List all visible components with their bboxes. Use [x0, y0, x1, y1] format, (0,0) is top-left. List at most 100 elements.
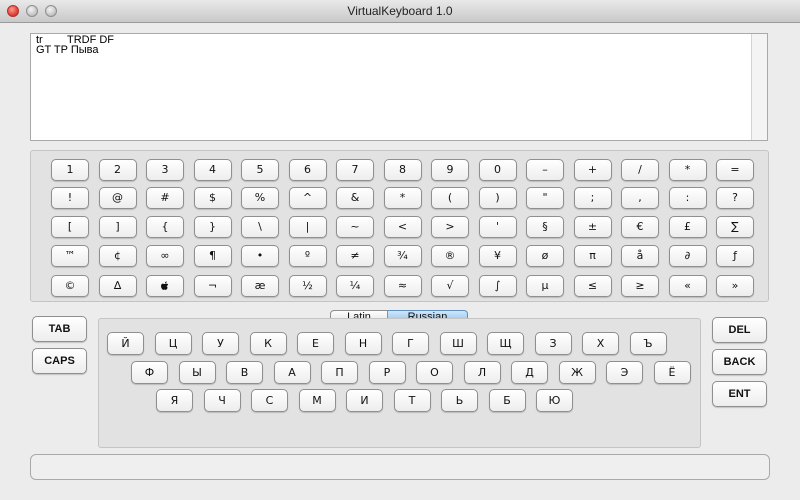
symbol-key[interactable]: { [146, 216, 184, 238]
letter-key[interactable]: Й [107, 332, 144, 355]
letter-key[interactable]: Д [511, 361, 548, 384]
symbol-key[interactable]: ¾ [383, 245, 422, 267]
symbol-key[interactable]: / [621, 159, 659, 181]
symbol-key[interactable]: ~ [336, 216, 374, 238]
symbol-key[interactable]: ∞ [146, 245, 184, 267]
letter-key[interactable]: Щ [487, 332, 524, 355]
letter-key[interactable]: Ь [441, 389, 478, 412]
symbol-key[interactable]: 0 [478, 159, 517, 181]
symbol-key[interactable]: ' [478, 216, 517, 238]
ent-key[interactable]: ENT [712, 381, 767, 407]
symbol-key[interactable]: @ [98, 187, 137, 209]
letter-key[interactable]: Ц [154, 332, 192, 355]
letter-key[interactable]: С [251, 389, 288, 412]
letter-key[interactable]: У [202, 332, 239, 355]
symbol-key[interactable]: % [241, 187, 279, 209]
symbol-key[interactable]: = [716, 159, 754, 181]
letter-key[interactable]: Г [392, 332, 429, 355]
symbol-key[interactable]: ¥ [478, 245, 517, 267]
symbol-key[interactable]: ] [98, 216, 137, 238]
letter-key[interactable]: Я [156, 389, 193, 412]
symbol-key[interactable]: , [621, 187, 659, 209]
symbol-key[interactable]: | [288, 216, 327, 238]
symbol-key[interactable]: æ [241, 275, 279, 297]
symbol-key[interactable]: > [431, 216, 469, 238]
symbol-key[interactable]: – [526, 159, 564, 181]
symbol-key[interactable]: ) [478, 187, 517, 209]
letter-key[interactable]: Т [393, 389, 431, 412]
symbol-key[interactable]: ¬ [193, 275, 232, 297]
letter-key[interactable]: Ф [131, 361, 168, 384]
symbol-key[interactable]: ≤ [573, 275, 612, 297]
symbol-key[interactable]: 4 [193, 159, 232, 181]
symbol-key[interactable]: \ [241, 216, 279, 238]
symbol-key[interactable]: 8 [383, 159, 422, 181]
symbol-key[interactable]: • [241, 245, 279, 267]
symbol-key[interactable]: » [716, 275, 754, 297]
symbol-key[interactable]: ≈ [383, 275, 422, 297]
symbol-key[interactable]: © [51, 275, 89, 297]
symbol-key[interactable]: 2 [98, 159, 137, 181]
del-key[interactable]: DEL [712, 317, 767, 343]
symbol-key[interactable]: ! [51, 187, 89, 209]
letter-key[interactable]: К [249, 332, 287, 355]
symbol-key[interactable]: * [668, 159, 707, 181]
letter-key[interactable]: П [321, 361, 358, 384]
symbol-key[interactable]: ¶ [193, 245, 232, 267]
symbol-key[interactable]: $ [193, 187, 232, 209]
symbol-key[interactable]: 7 [336, 159, 374, 181]
letter-key[interactable]: Ъ [629, 332, 667, 355]
symbol-key[interactable]: ( [431, 187, 469, 209]
letter-key[interactable]: Б [488, 389, 526, 412]
symbol-key[interactable]: £ [668, 216, 707, 238]
letter-key[interactable]: Ы [178, 361, 216, 384]
symbol-key[interactable]: ? [716, 187, 754, 209]
symbol-key[interactable]: √ [431, 275, 469, 297]
symbol-key[interactable]: ∑ [716, 216, 754, 238]
symbol-key[interactable]: å [621, 245, 659, 267]
symbol-key[interactable]: 9 [431, 159, 469, 181]
symbol-key[interactable]: 1 [51, 159, 89, 181]
symbol-key[interactable]: ± [573, 216, 612, 238]
letter-key[interactable]: М [298, 389, 336, 412]
letter-key[interactable]: З [534, 332, 572, 355]
symbol-key[interactable]: & [336, 187, 374, 209]
letter-key[interactable]: Ж [558, 361, 596, 384]
symbol-key[interactable]: ∂ [668, 245, 707, 267]
symbol-key[interactable]: ® [431, 245, 469, 267]
caps-key[interactable]: CAPS [32, 348, 87, 374]
letter-key[interactable]: Н [344, 332, 382, 355]
symbol-key[interactable]: 6 [288, 159, 327, 181]
symbol-key[interactable]: ≠ [336, 245, 374, 267]
symbol-key[interactable]: π [573, 245, 612, 267]
symbol-key[interactable]: ∫ [478, 275, 517, 297]
tab-key[interactable]: TAB [32, 316, 87, 342]
letter-key[interactable]: О [416, 361, 453, 384]
symbol-key[interactable]: [ [51, 216, 89, 238]
symbol-key[interactable]: ¼ [336, 275, 374, 297]
symbol-key[interactable]: ≥ [621, 275, 659, 297]
letter-key[interactable]: Ч [203, 389, 241, 412]
symbol-key[interactable]: € [621, 216, 659, 238]
symbol-key[interactable]: } [193, 216, 232, 238]
symbol-key[interactable]: ; [573, 187, 612, 209]
symbol-key[interactable]: µ [526, 275, 564, 297]
symbol-key[interactable]: ¢ [98, 245, 137, 267]
letter-key[interactable]: Ё [653, 361, 691, 384]
symbol-key[interactable]: ø [526, 245, 564, 267]
symbol-key[interactable]: 5 [241, 159, 279, 181]
symbol-key[interactable]: 3 [146, 159, 184, 181]
letter-key[interactable]: В [226, 361, 263, 384]
symbol-key[interactable]: # [146, 187, 184, 209]
symbol-key[interactable]: ^ [288, 187, 327, 209]
letter-key[interactable]: Е [297, 332, 334, 355]
letter-key[interactable]: А [273, 361, 311, 384]
symbol-key[interactable]: + [573, 159, 612, 181]
letter-key[interactable]: Р [368, 361, 406, 384]
symbol-key[interactable]: ∆ [98, 275, 137, 297]
symbol-key[interactable]: « [668, 275, 707, 297]
symbol-key[interactable]: < [383, 216, 422, 238]
letter-key[interactable]: Ш [439, 332, 477, 355]
text-output-area[interactable]: tr TRDF DF GT TP Пыва [30, 33, 768, 141]
symbol-key[interactable]: ƒ [716, 245, 754, 267]
